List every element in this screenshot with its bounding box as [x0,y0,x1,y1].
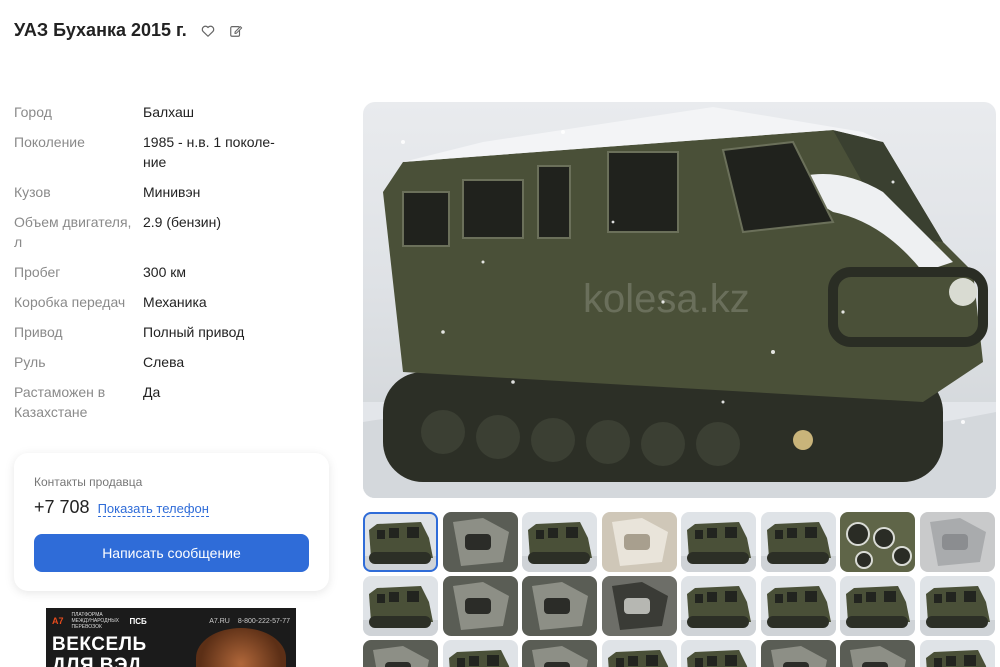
spec-row: Город Балхаш [14,102,334,122]
photo-thumbnails [363,512,1000,667]
spec-label: Коробка передач [14,294,126,310]
spec-label: Город [14,104,52,120]
ad-tagline: ПЛАТФОРМА МЕЖДУНАРОДНЫХ ПЕРЕВОЗОК [71,612,119,630]
photo-thumbnail[interactable] [442,576,518,636]
photo-thumbnail[interactable] [522,512,597,572]
photo-thumbnail[interactable] [760,640,836,667]
spec-value: Да [143,384,161,400]
ad-headline-1: ВЕКСЕЛЬ [52,634,147,655]
spec-row: Растаможен в Казахстане Да [14,382,334,422]
spec-label: Руль [14,354,46,370]
spec-value: Слева [143,354,185,370]
ad-logo: A7 [52,616,64,626]
spec-label: Привод [14,324,63,340]
photo-watermark: kolesa.kz [583,277,750,321]
photo-thumbnail[interactable] [760,576,836,636]
main-photo[interactable]: kolesa.kz [363,102,996,498]
photo-thumbnail[interactable] [601,576,677,636]
ad-site: A7.RU [209,617,230,625]
spec-value: Полный привод [143,324,245,340]
photo-thumbnail[interactable] [760,512,836,572]
photo-thumbnail[interactable] [919,512,995,572]
spec-value: 2.9 (бензин) [143,214,222,230]
spec-row: Объем двигателя, л 2.9 (бензин) [14,212,334,252]
photo-thumbnail[interactable] [601,512,677,572]
spec-label: Поколение [14,134,85,150]
edit-note-icon[interactable] [229,24,243,38]
show-phone-link[interactable]: Показать телефон [97,501,209,517]
seller-contacts-card: Контакты продавца +7 708 Показать телефо… [14,453,329,591]
photo-thumbnail[interactable] [442,512,518,572]
ad-headline-2: ДЛЯ ВЭД [52,655,142,667]
spec-row: Руль Слева [14,352,334,372]
photo-thumbnail[interactable] [840,576,915,636]
spec-label: Растаможен в Казахстане [14,384,106,420]
spec-row: Поколение 1985 - н.в. 1 поколе- ние [14,132,334,172]
spec-value: Механика [143,294,207,310]
photo-thumbnail[interactable] [601,640,677,667]
spec-row: Кузов Минивэн [14,182,334,202]
photo-thumbnail[interactable] [442,640,518,667]
listing-header: УАЗ Буханка 2015 г. [14,20,243,41]
photo-thumbnail[interactable] [363,640,438,667]
ad-bank: ПСБ [129,616,147,626]
spec-value: 1985 - н.в. 1 поколе- ние [143,134,275,170]
spec-label: Кузов [14,184,51,200]
specs-table: Город Балхаш Поколение 1985 - н.в. 1 поколе… [14,102,334,432]
photo-thumbnail[interactable] [919,576,995,636]
spec-value: Минивэн [143,184,201,200]
photo-thumbnail[interactable] [840,640,915,667]
photo-thumbnail[interactable] [363,576,438,636]
photo-thumbnail[interactable] [522,640,597,667]
spec-value: 300 км [143,264,186,280]
photo-thumbnail[interactable] [363,512,438,572]
spec-row: Пробег 300 км [14,262,334,282]
photo-thumbnail[interactable] [681,576,756,636]
spec-row: Коробка передач Механика [14,292,334,312]
photo-thumbnail[interactable] [522,576,597,636]
phone-row: +7 708 Показать телефон [34,497,309,518]
ad-banner[interactable]: A7 ПЛАТФОРМА МЕЖДУНАРОДНЫХ ПЕРЕВОЗОК ПСБ… [46,608,296,667]
photo-thumbnail[interactable] [840,512,915,572]
heart-icon[interactable] [201,24,215,38]
spec-value: Балхаш [143,104,195,120]
spec-label: Объем двигателя, л [14,214,132,250]
photo-thumbnail[interactable] [681,640,756,667]
phone-number: +7 708 [34,497,90,517]
photo-thumbnail[interactable] [681,512,756,572]
photo-thumbnail[interactable] [919,640,995,667]
ad-phone: 8-800-222-57-77 [237,617,290,625]
spec-label: Пробег [14,264,61,280]
write-message-button[interactable]: Написать сообщение [34,534,309,572]
contacts-label: Контакты продавца [34,475,143,489]
listing-title: УАЗ Буханка 2015 г. [14,20,187,40]
spec-row: Привод Полный привод [14,322,334,342]
